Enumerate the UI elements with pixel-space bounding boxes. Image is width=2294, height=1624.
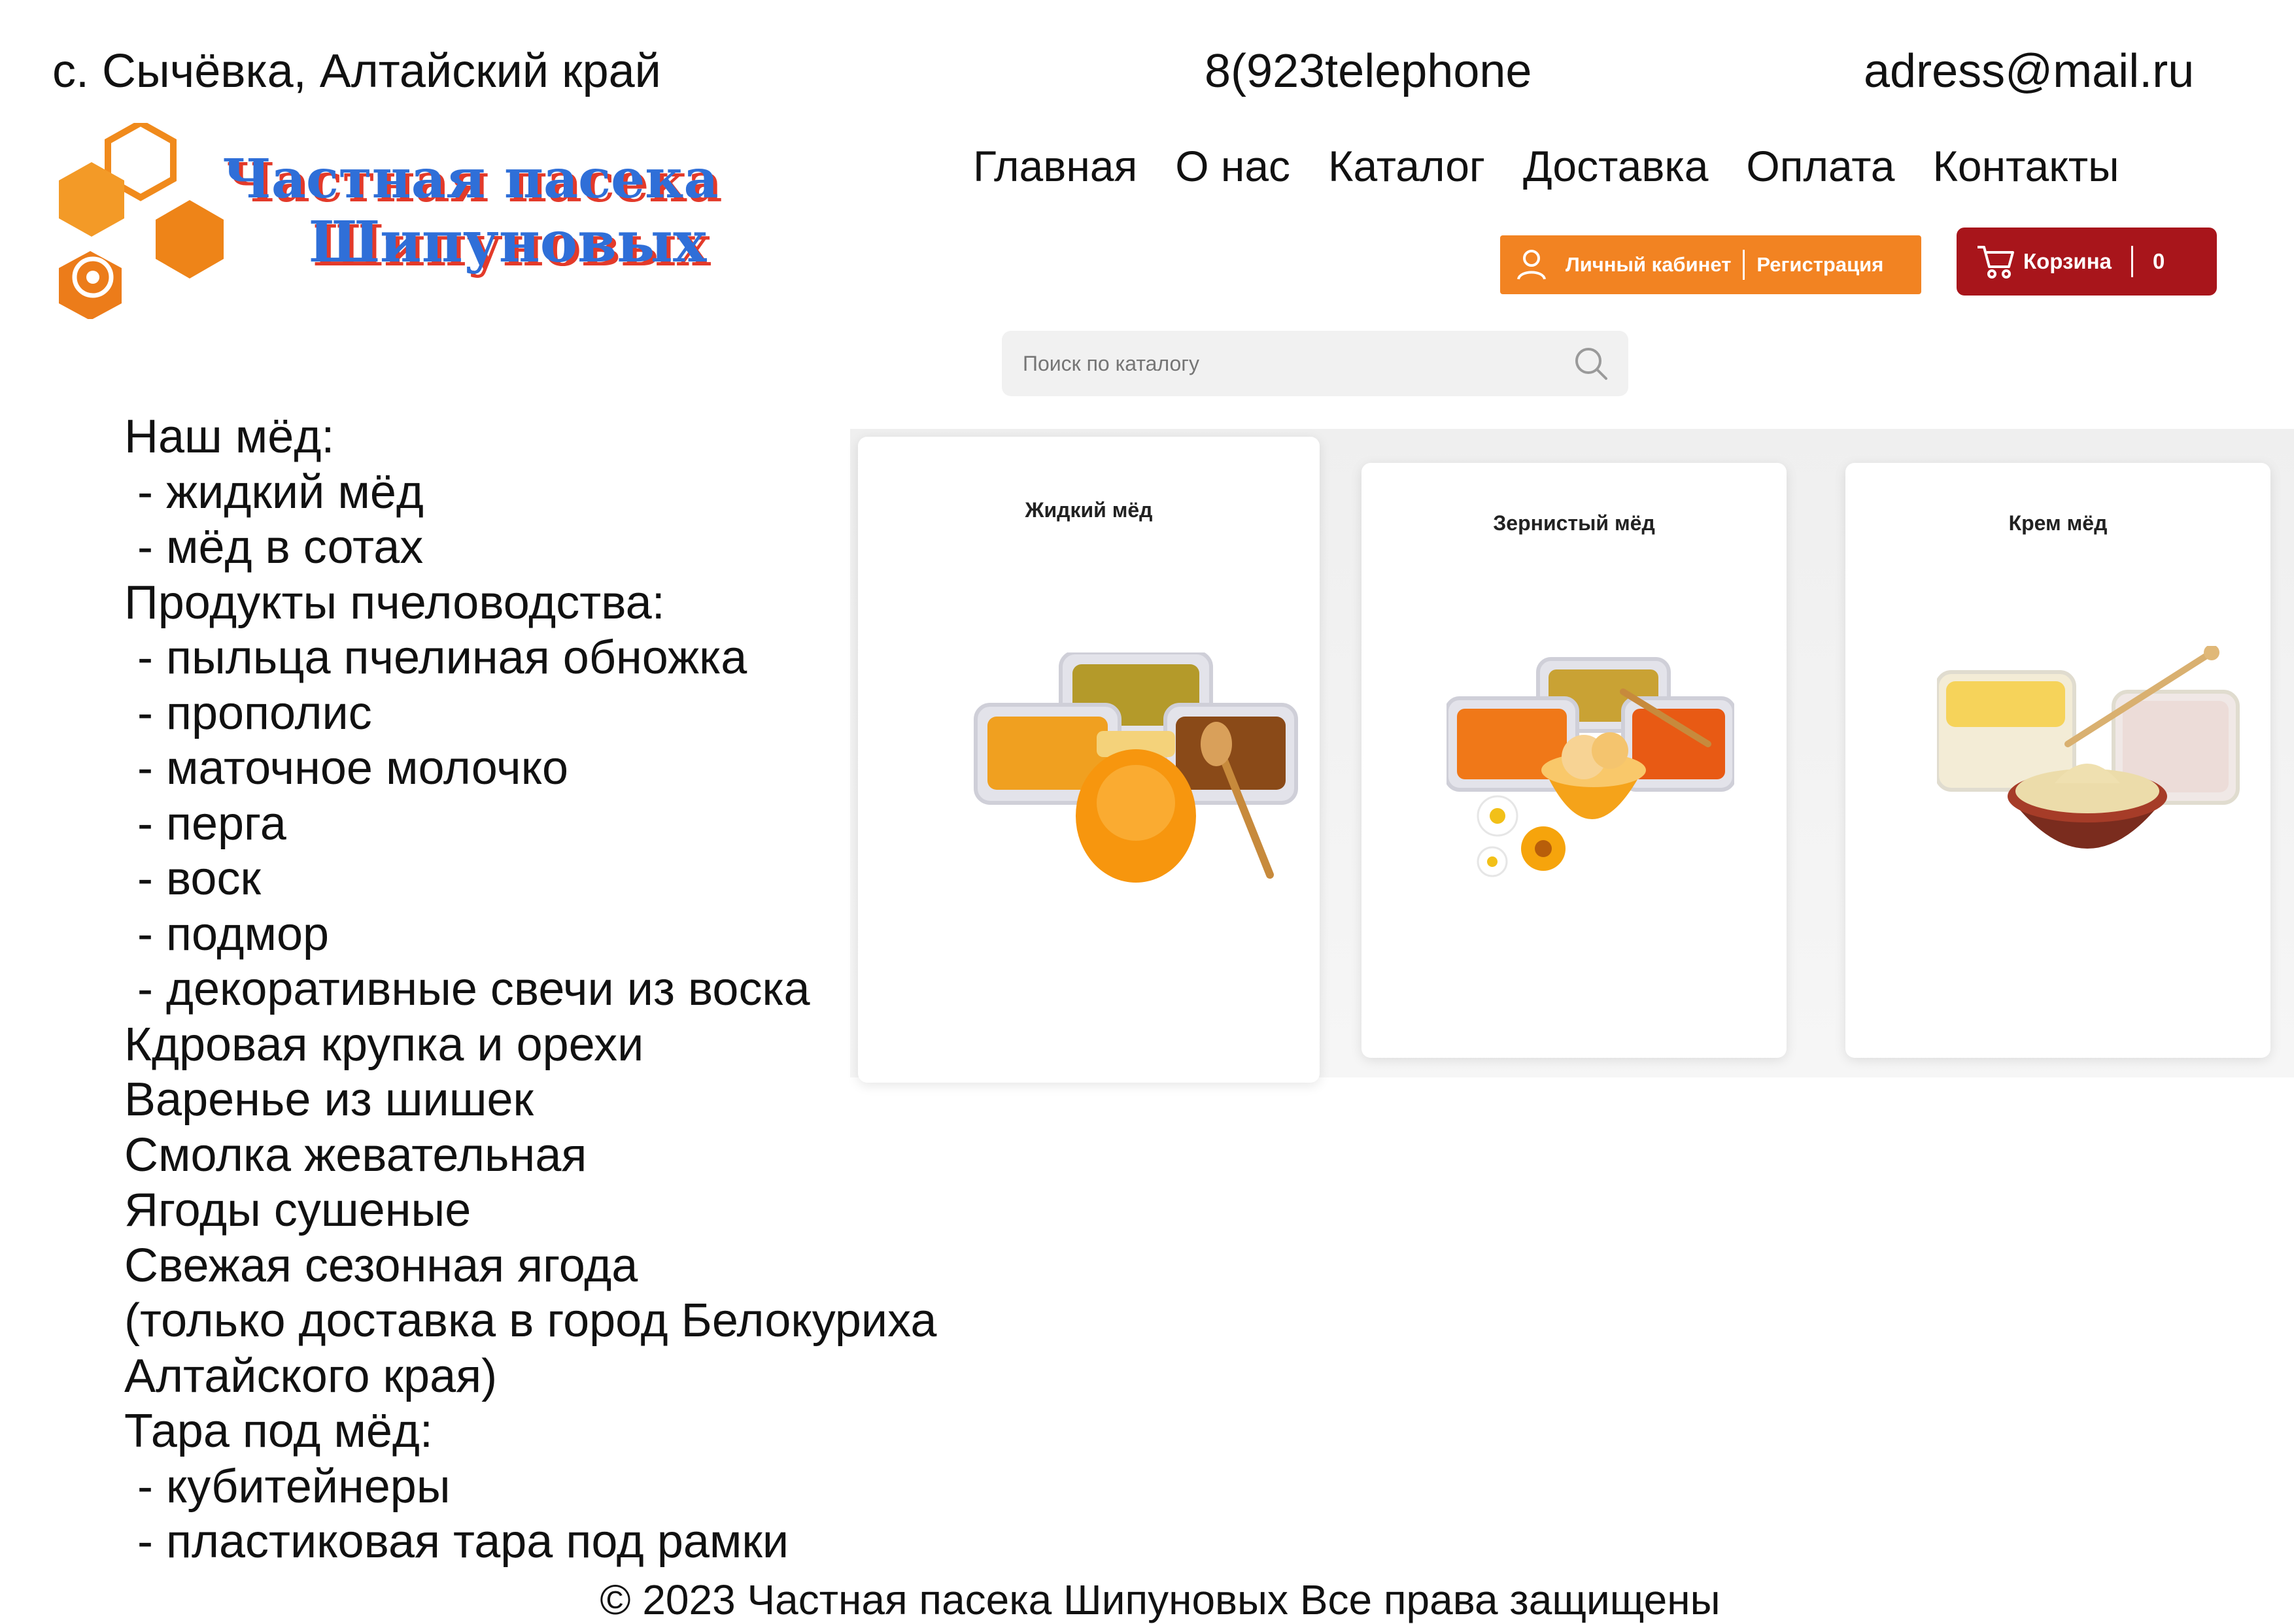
search-input[interactable] [1021,350,1573,377]
search-icon[interactable] [1573,346,1609,381]
card-title: Жидкий мёд [1025,498,1153,522]
list-item: Наш мёд: [124,411,335,463]
list-item: - пыльца пчелиная обножка [124,632,747,684]
catalog-panel: Жидкий мёд Зернистый мёд Крем мёд [850,429,2294,1083]
list-item: - жидкий мёд [124,465,424,518]
list-item: Смолка жевательная [124,1128,587,1181]
list-item: Кдровая крупка и орехи [124,1018,644,1071]
card-title: Крем мёд [2008,511,2108,535]
list-item: Ягоды сушеные [124,1184,471,1236]
cart-icon [1977,246,2014,279]
footer-copyright: © 2023 Частная пасека Шипуновых Все прав… [600,1576,1720,1623]
site-logo[interactable]: Частная пасека Шипуновых [52,123,896,319]
list-item: Продукты пчеловодства: [124,576,665,629]
list-item: Алтайского края) [124,1349,498,1402]
logo-title-line2: Шипуновых [309,209,707,275]
cart-divider [2131,246,2133,277]
list-item: - подмор [124,907,330,960]
cart-button[interactable]: Корзина 0 [1957,228,2217,296]
catalog-search [1002,331,1628,396]
list-item: - пластиковая тара под рамки [124,1515,789,1568]
header-location: с. Сычёвка, Алтайский край [52,45,661,97]
header-phone[interactable]: 8(923telephone [1205,44,1532,98]
account-divider [1743,250,1745,280]
nav-item-home[interactable]: Главная [973,141,1137,191]
catalog-card-liquid-honey[interactable]: Жидкий мёд [858,437,1320,1083]
cart-count: 0 [2153,249,2165,273]
list-item: - мёд в сотах [124,521,424,573]
liquid-honey-image [974,652,1298,883]
nav-item-catalog[interactable]: Каталог [1328,141,1485,191]
list-item: (только доставка в город Белокуриха [124,1294,937,1347]
nav-item-contacts[interactable]: Контакты [1932,141,2119,191]
list-item: Свежая сезонная ягода [124,1239,638,1292]
catalog-card-cream-honey[interactable]: Крем мёд [1845,463,2270,1058]
main-nav: Главная О нас Каталог Доставка Оплата Ко… [973,141,2119,191]
honeycomb-logo-icon [59,123,224,319]
list-item: - маточное молочко [124,742,569,794]
list-item: - прополис [124,686,372,739]
card-title: Зернистый мёд [1493,511,1655,535]
login-link[interactable]: Личный кабинет [1566,253,1731,277]
register-link[interactable]: Регистрация [1756,253,1883,277]
cream-honey-image [1937,646,2240,849]
list-item: - декоративные свечи из воска [124,963,810,1015]
list-item: - воск [124,853,261,905]
catalog-card-granular-honey[interactable]: Зернистый мёд [1361,463,1787,1058]
nav-item-payment[interactable]: Оплата [1746,141,1894,191]
granular-honey-image [1447,657,1734,877]
product-list: Наш мёд: - жидкий мёд - мёд в сотах Прод… [124,409,936,1570]
list-item: - перга [124,797,286,850]
list-item: Варенье из шишек [124,1074,534,1126]
list-item: - кубитейнеры [124,1460,451,1513]
account-button[interactable]: Личный кабинет Регистрация [1500,235,1921,294]
header-email[interactable]: adress@mail.ru [1864,44,2194,98]
list-item: Тара под мёд: [124,1405,433,1457]
logo-title-line1: Частная пасека [222,148,719,211]
user-icon [1517,250,1546,280]
nav-item-delivery[interactable]: Доставка [1523,141,1708,191]
cart-label: Корзина [2023,249,2112,273]
nav-item-about[interactable]: О нас [1175,141,1290,191]
